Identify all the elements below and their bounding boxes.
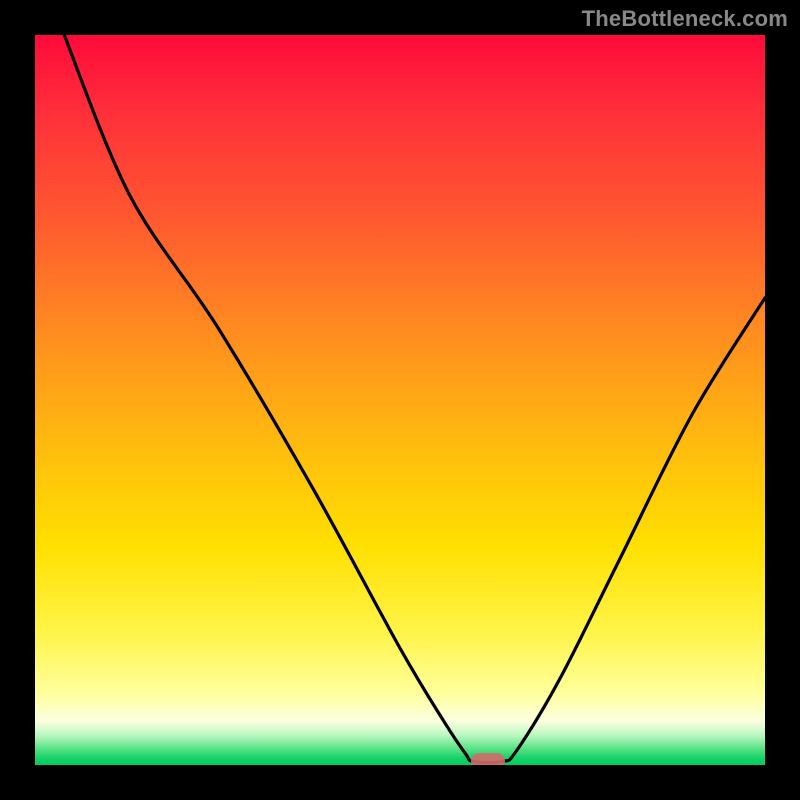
watermark-text: TheBottleneck.com bbox=[582, 6, 788, 32]
chart-frame: TheBottleneck.com bbox=[0, 0, 800, 800]
optimum-marker bbox=[471, 753, 505, 765]
bottleneck-curve bbox=[35, 35, 765, 765]
plot-area bbox=[35, 35, 765, 765]
